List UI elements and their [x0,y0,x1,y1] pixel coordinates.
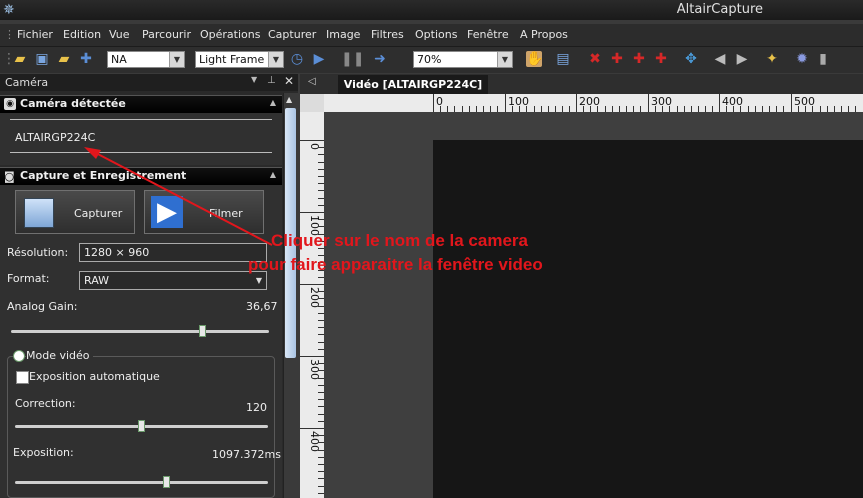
annotation-line-2: pour faire apparaitre la fenêtre video [248,255,543,274]
annotation-line-1: Cliquer sur le nom de la camera [271,231,528,250]
